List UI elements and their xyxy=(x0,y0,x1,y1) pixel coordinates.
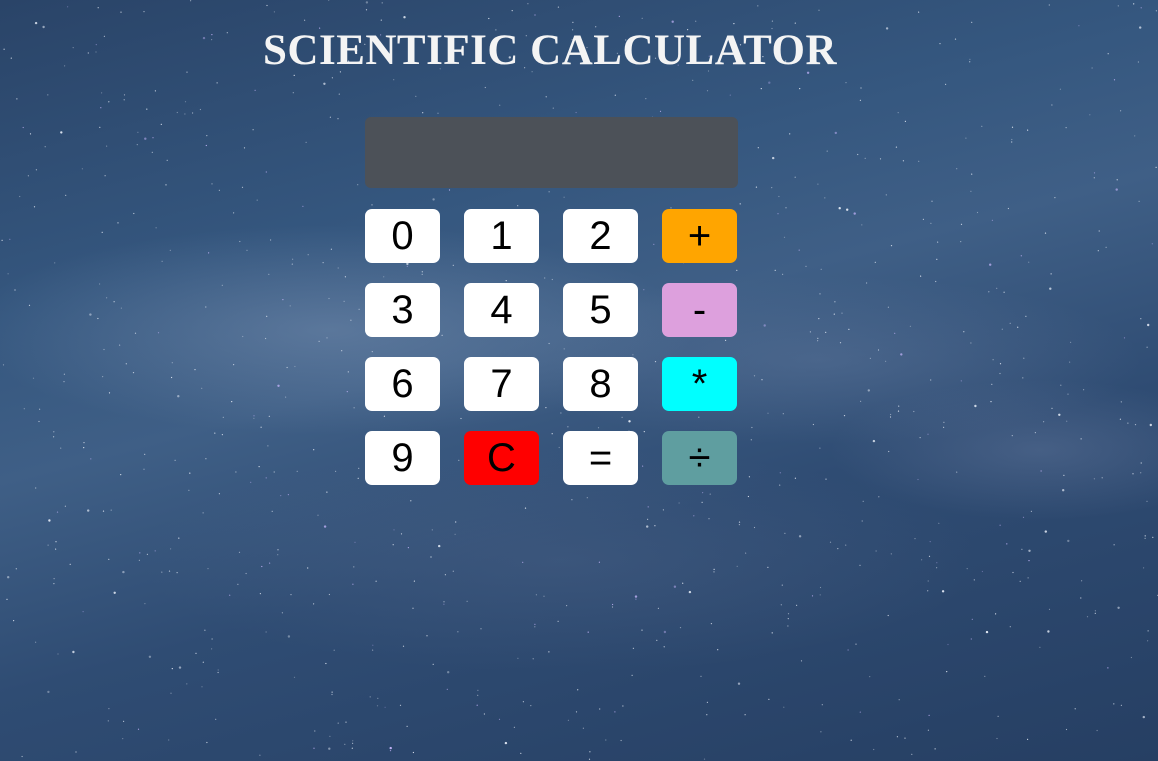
key-clear-button[interactable]: C xyxy=(464,431,539,485)
key-equals-button[interactable]: = xyxy=(563,431,638,485)
key-minus-button[interactable]: - xyxy=(662,283,737,337)
keypad: 0 1 2 +3 4 5- 6 7 8 * 9 C = ÷ xyxy=(365,209,737,485)
key-3-button[interactable]: 3 xyxy=(365,283,440,337)
key-9-button[interactable]: 9 xyxy=(365,431,440,485)
key-5-button[interactable]: 5 xyxy=(563,283,638,337)
key-1-button[interactable]: 1 xyxy=(464,209,539,263)
key-6-button[interactable]: 6 xyxy=(365,357,440,411)
page-title: SCIENTIFIC CALCULATOR xyxy=(263,27,837,74)
key-plus-button[interactable]: + xyxy=(662,209,737,263)
calculator-display[interactable] xyxy=(365,117,738,188)
key-divide-button[interactable]: ÷ xyxy=(662,431,737,485)
key-multiply-button[interactable]: * xyxy=(662,357,737,411)
key-7-button[interactable]: 7 xyxy=(464,357,539,411)
key-0-button[interactable]: 0 xyxy=(365,209,440,263)
key-2-button[interactable]: 2 xyxy=(563,209,638,263)
key-4-button[interactable]: 4 xyxy=(464,283,539,337)
key-8-button[interactable]: 8 xyxy=(563,357,638,411)
